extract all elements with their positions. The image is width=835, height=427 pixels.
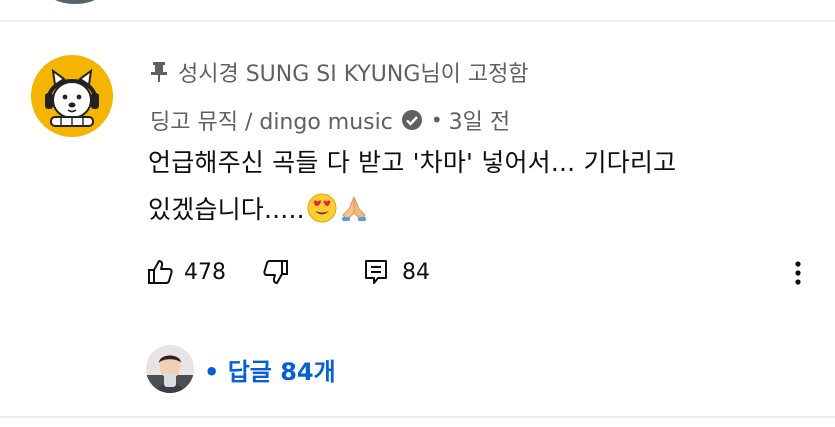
comment-time[interactable]: 3일 전 bbox=[449, 104, 510, 136]
comment-text-line2-wrapper: 있겠습니다..... bbox=[148, 190, 369, 226]
more-vertical-icon bbox=[795, 261, 801, 285]
thumbs-down-icon bbox=[263, 260, 288, 284]
top-divider bbox=[0, 20, 835, 22]
previous-comment-avatar[interactable] bbox=[44, 0, 106, 4]
thumbs-up-icon bbox=[148, 260, 173, 284]
like-button[interactable]: 478 bbox=[146, 255, 226, 289]
comment-text-line2: 있겠습니다..... bbox=[148, 195, 305, 224]
heart-eyes-emoji-icon bbox=[307, 193, 337, 223]
dislike-button[interactable] bbox=[262, 255, 290, 289]
comment-reply-icon bbox=[365, 260, 387, 284]
more-options-button[interactable] bbox=[786, 258, 810, 288]
replier-avatar bbox=[146, 345, 194, 393]
pin-icon bbox=[151, 62, 167, 82]
reply-count: 84 bbox=[402, 259, 430, 285]
replies-label: 답글 84개 bbox=[227, 357, 336, 386]
pinned-text: 성시경 SUNG SI KYUNG님이 고정함 bbox=[178, 62, 529, 87]
view-replies-button[interactable]: • 답글 84개 bbox=[146, 345, 336, 393]
replies-separator: • bbox=[204, 357, 220, 386]
comment-author[interactable]: 딩고 뮤직 / dingo music bbox=[150, 104, 393, 136]
bottom-divider bbox=[0, 416, 835, 418]
channel-avatar-icon[interactable] bbox=[31, 55, 113, 137]
meta-separator: • bbox=[430, 108, 443, 132]
comment-meta: 딩고 뮤직 / dingo music • 3일 전 bbox=[150, 103, 510, 137]
comment-text-line1: 언급해주신 곡들 다 받고 '차마' 넣어서... 기다리고 bbox=[148, 148, 677, 177]
folded-hands-emoji-icon bbox=[341, 196, 366, 221]
reply-button[interactable]: 84 bbox=[362, 255, 430, 289]
pinned-label: 성시경 SUNG SI KYUNG님이 고정함 bbox=[150, 55, 529, 89]
verified-check-icon bbox=[401, 110, 422, 130]
replies-link[interactable]: • 답글 84개 bbox=[204, 352, 336, 387]
like-count: 478 bbox=[184, 259, 226, 285]
